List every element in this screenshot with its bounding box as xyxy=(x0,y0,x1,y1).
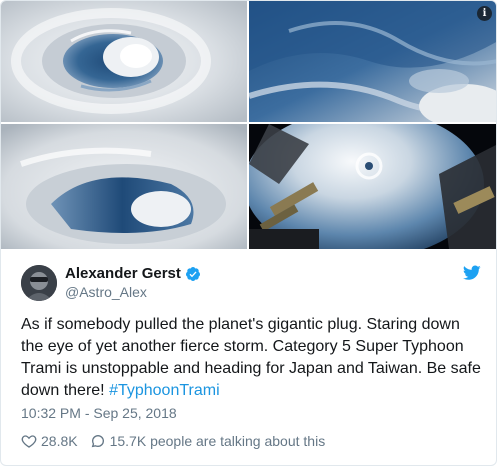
reply-count-text: 15.7K people are talking about this xyxy=(109,433,326,449)
avatar[interactable] xyxy=(21,265,57,301)
astronaut-avatar-icon xyxy=(21,265,57,301)
tweet-actions: 28.8K 15.7K people are talking about thi… xyxy=(21,432,325,450)
like-count: 28.8K xyxy=(41,433,78,449)
tweet-text: As if somebody pulled the planet's gigan… xyxy=(21,314,481,402)
embedded-tweet-card: i Alexander Gerst @Astro_Alex As if some… xyxy=(0,0,497,466)
heart-icon xyxy=(21,435,37,448)
media-photo-3[interactable] xyxy=(1,124,247,249)
tweet-author: Alexander Gerst @Astro_Alex xyxy=(21,265,481,301)
typhoon-eye-closeup-image xyxy=(1,1,247,122)
speech-bubble-icon xyxy=(91,434,104,448)
media-photo-4[interactable] xyxy=(249,124,496,249)
verified-badge-icon xyxy=(185,267,200,281)
tweet-media-grid: i xyxy=(1,1,496,249)
media-photo-2[interactable]: i xyxy=(249,1,496,122)
space-station-view-image xyxy=(249,124,496,249)
author-name-text[interactable]: Alexander Gerst xyxy=(65,265,181,283)
typhoon-eye-oblique-image xyxy=(1,124,247,249)
media-photo-1[interactable] xyxy=(1,1,247,122)
author-handle[interactable]: @Astro_Alex xyxy=(65,284,147,301)
reply-button[interactable]: 15.7K people are talking about this xyxy=(90,433,326,449)
cloud-swirl-closeup-image xyxy=(249,1,496,122)
info-icon[interactable]: i xyxy=(477,6,492,21)
hashtag-link[interactable]: #TyphoonTrami xyxy=(109,382,220,399)
like-button[interactable]: 28.8K xyxy=(21,433,78,449)
author-name[interactable]: Alexander Gerst xyxy=(65,265,201,283)
twitter-bird-icon[interactable] xyxy=(463,265,481,281)
tweet-text-body: As if somebody pulled the planet's gigan… xyxy=(21,316,481,399)
tweet-timestamp[interactable]: 10:32 PM - Sep 25, 2018 xyxy=(21,405,177,422)
